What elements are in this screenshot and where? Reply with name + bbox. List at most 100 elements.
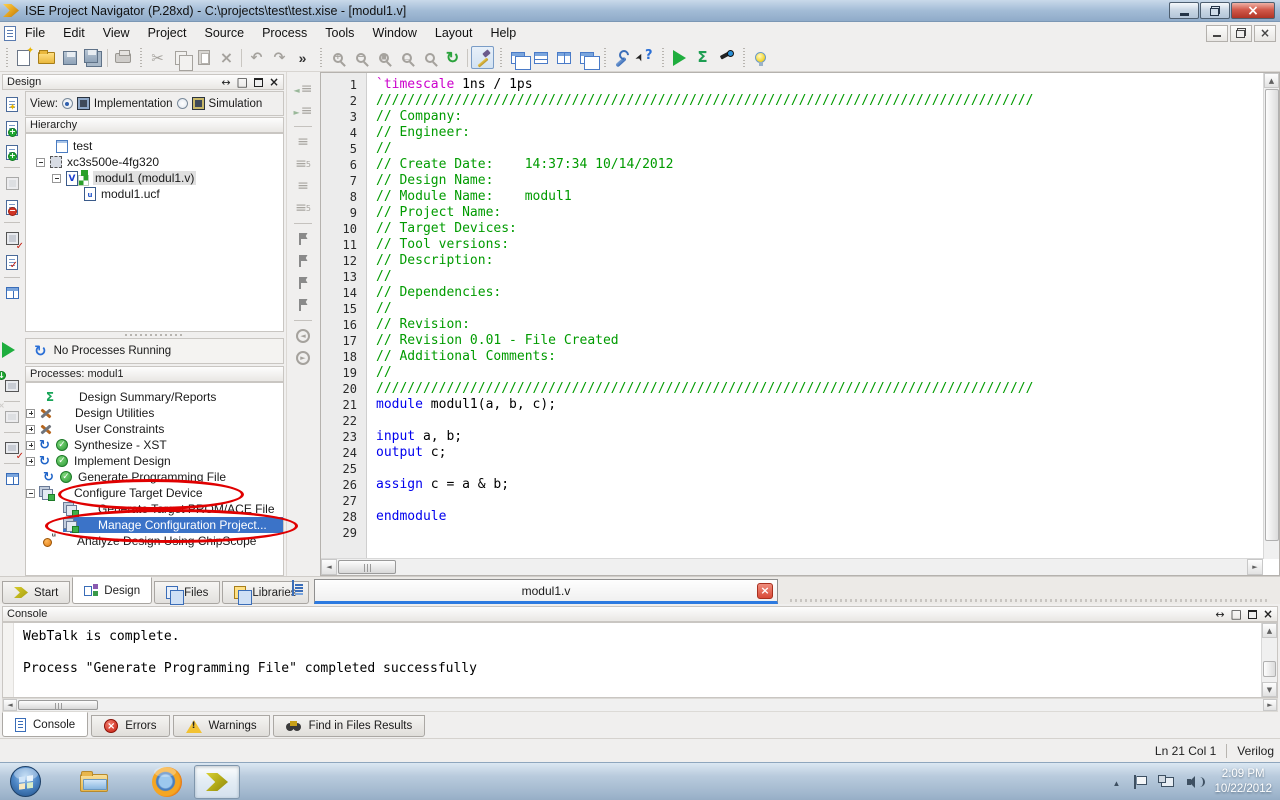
menu-tools[interactable]: Tools	[316, 23, 363, 43]
zoom-out-button[interactable]: −	[349, 46, 372, 69]
collapse-toggle[interactable]	[26, 489, 35, 498]
tab-start[interactable]: Start	[2, 581, 70, 604]
network-icon[interactable]	[1158, 775, 1174, 789]
menu-window[interactable]: Window	[363, 23, 425, 43]
collapse-toggle[interactable]	[36, 158, 45, 167]
code-line[interactable]: 12// Description:	[321, 253, 1262, 269]
tab-errors[interactable]: Errors	[91, 715, 169, 737]
remove-source-button[interactable]: −	[1, 195, 23, 219]
context-help-button[interactable]	[633, 46, 656, 69]
editor-vertical-scrollbar[interactable]	[1263, 73, 1279, 559]
delete-button[interactable]	[215, 46, 238, 69]
outdent-button[interactable]	[291, 78, 315, 100]
save-all-button[interactable]	[81, 46, 104, 69]
restore-button[interactable]	[1200, 2, 1230, 19]
float-panel-icon[interactable]	[1215, 609, 1224, 620]
process-synthesize[interactable]: Synthesize - XST	[26, 437, 283, 453]
save-button[interactable]	[58, 46, 81, 69]
scroll-up-arrow[interactable]	[1264, 73, 1279, 88]
process-generate-prom-ace[interactable]: Generate Target PROM/ACE File	[26, 501, 283, 517]
toolbar-grip[interactable]	[318, 48, 323, 68]
expand-toggle[interactable]	[26, 457, 35, 466]
expand-toggle[interactable]	[26, 441, 35, 450]
taskbar-firefox-button[interactable]	[152, 767, 182, 797]
editor-tab-modul1[interactable]: modul1.v	[314, 579, 778, 604]
redo-button[interactable]	[268, 46, 291, 69]
code-line[interactable]: 16// Revision:	[321, 317, 1262, 333]
analyze-button[interactable]	[714, 46, 737, 69]
scroll-left-arrow[interactable]	[3, 699, 17, 711]
stop-process-button[interactable]: ×	[1, 405, 23, 429]
new-file-button[interactable]	[12, 46, 35, 69]
zoom-default-button[interactable]	[418, 46, 441, 69]
implementation-radio[interactable]	[62, 98, 73, 109]
rerun-process-button[interactable]	[1, 436, 23, 460]
close-tab-button[interactable]	[757, 583, 773, 599]
console-output[interactable]: WebTalk is complete. Process "Generate P…	[2, 622, 1278, 698]
run-selected-process-button[interactable]: ↓	[1, 374, 23, 398]
paste-button[interactable]	[192, 46, 215, 69]
document-icon[interactable]	[4, 26, 16, 41]
scrollbar-thumb[interactable]	[18, 700, 98, 710]
code-line[interactable]: 26assign c = a & b;	[321, 477, 1262, 493]
taskbar-explorer-button[interactable]	[80, 770, 110, 794]
chip-check-button[interactable]	[1, 226, 23, 250]
code-line[interactable]: 21module modul1(a, b, c);	[321, 397, 1262, 413]
design-panel-toggle-button[interactable]	[471, 46, 494, 69]
tab-warnings[interactable]: Warnings	[173, 715, 270, 737]
close-button[interactable]	[1231, 2, 1275, 19]
line-tool-3-button[interactable]	[291, 175, 315, 197]
toggle-bookmark-button[interactable]	[291, 228, 315, 250]
toolbar-grip[interactable]	[741, 48, 746, 68]
document-list-button[interactable]	[292, 581, 294, 595]
cut-button[interactable]	[146, 46, 169, 69]
process-analyze-chipscope[interactable]: Analyze Design Using ChipScope	[26, 533, 283, 549]
refresh-button[interactable]	[441, 46, 464, 69]
code-editor[interactable]: 1`timescale 1ns / 1ps2//////////////////…	[320, 72, 1280, 576]
menu-source[interactable]: Source	[195, 23, 253, 43]
tree-item-constraints[interactable]: u modul1.ucf	[26, 186, 283, 202]
add-source-button[interactable]: +	[1, 116, 23, 140]
design-panel-header[interactable]: Design	[2, 74, 284, 90]
summary-button[interactable]	[691, 46, 714, 69]
expand-toggle[interactable]	[26, 425, 35, 434]
process-user-constraints[interactable]: User Constraints	[26, 421, 283, 437]
code-line[interactable]: 2///////////////////////////////////////…	[321, 93, 1262, 109]
code-line[interactable]: 3// Company:	[321, 109, 1262, 125]
start-button[interactable]	[10, 766, 41, 797]
zoom-full-button[interactable]: ▣	[372, 46, 395, 69]
console-horizontal-scrollbar[interactable]	[2, 698, 1278, 712]
menu-layout[interactable]: Layout	[426, 23, 482, 43]
code-line[interactable]: 13//	[321, 269, 1262, 285]
nav-forward-button[interactable]	[291, 347, 315, 369]
menu-view[interactable]: View	[94, 23, 139, 43]
menu-process[interactable]: Process	[253, 23, 316, 43]
menu-help[interactable]: Help	[481, 23, 525, 43]
tile-horizontal-button[interactable]	[529, 46, 552, 69]
code-line[interactable]: 1`timescale 1ns / 1ps	[321, 77, 1262, 93]
undo-button[interactable]	[245, 46, 268, 69]
toolbar-grip[interactable]	[498, 48, 503, 68]
close-panel-icon[interactable]	[1263, 608, 1273, 620]
cascade-windows-button[interactable]	[506, 46, 529, 69]
maximize-panel-icon[interactable]	[1231, 608, 1242, 620]
code-line[interactable]: 22	[321, 413, 1262, 429]
editor-horizontal-scrollbar[interactable]	[321, 558, 1263, 575]
scroll-right-arrow[interactable]	[1247, 559, 1263, 575]
line-tool-4-button[interactable]: 5	[291, 197, 315, 219]
code-line[interactable]: 28endmodule	[321, 509, 1262, 525]
tree-item-project[interactable]: test	[26, 138, 283, 154]
toolbar-grip[interactable]	[602, 48, 607, 68]
settings-button[interactable]	[610, 46, 633, 69]
restore-panel-icon[interactable]	[1248, 610, 1257, 619]
action-center-icon[interactable]	[1133, 775, 1145, 789]
scrollbar-thumb[interactable]	[1263, 661, 1276, 677]
code-line[interactable]: 7// Design Name:	[321, 173, 1262, 189]
prev-bookmark-button[interactable]	[291, 272, 315, 294]
menu-project[interactable]: Project	[139, 23, 196, 43]
float-panel-icon[interactable]	[221, 77, 230, 88]
code-line[interactable]: 24output c;	[321, 445, 1262, 461]
code-line[interactable]: 20//////////////////////////////////////…	[321, 381, 1262, 397]
add-copy-source-button[interactable]: +	[1, 140, 23, 164]
line-tool-1-button[interactable]	[291, 131, 315, 153]
